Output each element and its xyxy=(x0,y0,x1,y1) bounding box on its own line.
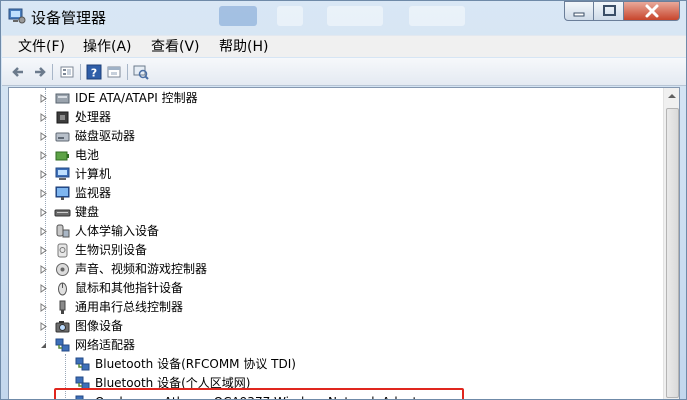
imaging-icon xyxy=(55,321,70,333)
title-bar[interactable]: 设备管理器 xyxy=(1,1,686,33)
tree-category-item[interactable]: 图像设备 xyxy=(9,317,659,336)
tree-item-label: 生物识别设备 xyxy=(75,243,148,257)
toolbar: ? xyxy=(2,58,686,86)
show-hide-icon[interactable] xyxy=(106,64,122,80)
expand-arrow-icon[interactable] xyxy=(39,265,48,274)
scan-hardware-icon[interactable] xyxy=(133,64,149,80)
expand-arrow-icon[interactable] xyxy=(39,113,48,122)
tree-category-item[interactable]: 生物识别设备 xyxy=(9,241,659,260)
scroll-up-icon[interactable] xyxy=(664,88,680,104)
expand-arrow-icon[interactable] xyxy=(39,208,48,217)
vertical-scrollbar[interactable] xyxy=(663,88,680,399)
tree-category-item[interactable]: 磁盘驱动器 xyxy=(9,127,659,146)
tree-item-label: 通用串行总线控制器 xyxy=(75,300,184,314)
sound-icon xyxy=(56,263,69,276)
tree-item-label: 人体学输入设备 xyxy=(75,224,160,238)
tree-item-label: 处理器 xyxy=(75,110,112,124)
toolbar-separator xyxy=(80,64,81,80)
close-icon xyxy=(645,4,658,18)
processor-icon xyxy=(56,111,69,124)
ide-controller-icon xyxy=(55,93,70,104)
tree-item-label: 监视器 xyxy=(75,186,112,200)
network-device-icon xyxy=(75,357,90,371)
tree-category-item[interactable]: 电池 xyxy=(9,146,659,165)
highlight-box xyxy=(54,388,464,399)
tree-category-item[interactable]: 通用串行总线控制器 xyxy=(9,298,659,317)
biometric-icon xyxy=(57,243,68,258)
help-icon[interactable]: ? xyxy=(86,64,102,80)
menu-help[interactable]: 帮助(H) xyxy=(219,38,268,56)
network-adapter-icon xyxy=(55,338,70,352)
scrollbar-thumb[interactable] xyxy=(666,108,679,398)
maximize-icon xyxy=(602,5,616,16)
tree-item-label: 磁盘驱动器 xyxy=(75,129,136,143)
background-tab xyxy=(409,6,465,26)
tree-item-label: 声音、视频和游戏控制器 xyxy=(75,262,208,276)
window-title: 设备管理器 xyxy=(31,9,107,27)
disk-drive-icon xyxy=(55,132,70,142)
background-tab xyxy=(327,6,383,26)
battery-icon xyxy=(55,151,69,161)
tree-category-item[interactable]: 人体学输入设备 xyxy=(9,222,659,241)
tree-category-item[interactable]: 监视器 xyxy=(9,184,659,203)
expand-arrow-icon[interactable] xyxy=(39,189,48,198)
properties-icon[interactable] xyxy=(59,64,75,80)
collapse-arrow-icon[interactable] xyxy=(39,341,48,350)
tree-category-item[interactable]: 声音、视频和游戏控制器 xyxy=(9,260,659,279)
tree-item-label: 图像设备 xyxy=(75,319,124,333)
monitor-icon xyxy=(55,186,70,200)
toolbar-separator xyxy=(52,64,53,80)
expand-arrow-icon[interactable] xyxy=(39,94,48,103)
back-icon[interactable] xyxy=(11,64,27,80)
tree-category-item[interactable]: IDE ATA/ATAPI 控制器 xyxy=(9,89,659,108)
close-button[interactable] xyxy=(624,1,680,21)
menu-action[interactable]: 操作(A) xyxy=(83,38,132,56)
tree-category-item[interactable]: 键盘 xyxy=(9,203,659,222)
device-tree[interactable]: IDE ATA/ATAPI 控制器 处理器磁盘驱动器电池计算机监视器键盘人体学输入… xyxy=(8,87,680,399)
maximize-button[interactable] xyxy=(594,1,624,21)
tree-item-label: IDE ATA/ATAPI 控制器 xyxy=(75,91,198,105)
computer-icon xyxy=(55,167,70,180)
tree-category-item[interactable]: 处理器 xyxy=(9,108,659,127)
menu-file[interactable]: 文件(F) xyxy=(18,38,65,56)
device-item-label: Bluetooth 设备(RFCOMM 协议 TDI) xyxy=(95,357,296,371)
menu-bar: 文件(F) 操作(A) 查看(V) 帮助(H) xyxy=(2,35,686,57)
expand-arrow-icon[interactable] xyxy=(39,132,48,141)
expand-arrow-icon[interactable] xyxy=(39,303,48,312)
tree-item-label: 网络适配器 xyxy=(75,338,136,352)
tree-category-item[interactable]: 网络适配器 xyxy=(9,336,659,355)
tree-item-label: 键盘 xyxy=(75,205,100,219)
expand-arrow-icon[interactable] xyxy=(39,170,48,179)
toolbar-separator xyxy=(127,64,128,80)
tree-category-item[interactable]: 鼠标和其他指针设备 xyxy=(9,279,659,298)
keyboard-icon xyxy=(54,209,71,217)
expand-arrow-icon[interactable] xyxy=(39,246,48,255)
mouse-icon xyxy=(58,282,67,296)
menu-view[interactable]: 查看(V) xyxy=(151,38,200,56)
background-tab xyxy=(219,6,257,26)
svg-text:?: ? xyxy=(91,67,97,80)
tree-device-item[interactable]: Bluetooth 设备(RFCOMM 协议 TDI) xyxy=(9,355,659,374)
tree-category-item[interactable]: 计算机 xyxy=(9,165,659,184)
minimize-icon xyxy=(573,12,585,17)
device-manager-window: 设备管理器 文件(F) 操作(A) 查看(V) 帮助(H) ? IDE ATA/… xyxy=(0,0,687,400)
device-manager-icon xyxy=(8,8,26,24)
tree-item-label: 计算机 xyxy=(75,167,112,181)
tree-item-label: 电池 xyxy=(75,148,100,162)
usb-icon xyxy=(59,300,66,314)
hid-icon xyxy=(56,224,70,238)
tree-item-label: 鼠标和其他指针设备 xyxy=(75,281,184,295)
expand-arrow-icon[interactable] xyxy=(39,151,48,160)
forward-icon[interactable] xyxy=(31,64,47,80)
expand-arrow-icon[interactable] xyxy=(39,322,48,331)
minimize-button[interactable] xyxy=(564,1,594,21)
expand-arrow-icon[interactable] xyxy=(39,227,48,236)
background-tab xyxy=(277,6,303,26)
expand-arrow-icon[interactable] xyxy=(39,284,48,293)
